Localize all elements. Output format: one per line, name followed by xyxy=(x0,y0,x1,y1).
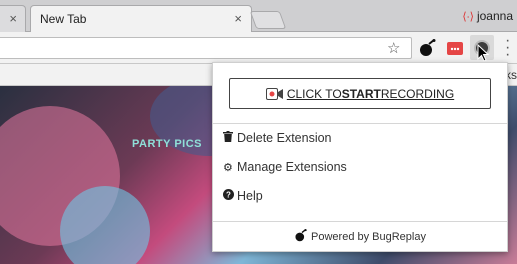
manage-extensions-label: Manage Extensions xyxy=(237,160,347,174)
powered-by-label: Powered by BugReplay xyxy=(311,230,426,243)
red-extension-icon[interactable] xyxy=(446,39,464,57)
record-suffix: RECORDING xyxy=(380,86,455,101)
powered-by-link[interactable]: Powered by BugReplay xyxy=(213,229,507,245)
bugreplay-logo-icon xyxy=(294,229,307,245)
tab-title: New Tab xyxy=(40,12,87,26)
divider xyxy=(213,123,507,124)
gear-icon: ⚙ xyxy=(223,161,233,174)
tab-close-button[interactable]: × xyxy=(234,11,242,26)
page-heading[interactable]: PARTY PICS xyxy=(132,138,202,150)
new-tab-button[interactable] xyxy=(249,11,287,29)
profile-button[interactable]: ⟨∙⟩ joanna xyxy=(462,9,513,23)
help-label: Help xyxy=(237,189,263,203)
extension-popup: CLICK TO START RECORDING Delete Extensio… xyxy=(212,62,508,252)
trash-icon xyxy=(223,131,237,145)
decorative-blob xyxy=(60,186,150,264)
chrome-menu-icon[interactable]: · · · xyxy=(505,33,510,63)
profile-broken-icon: ⟨∙⟩ xyxy=(462,11,474,23)
start-recording-button[interactable]: CLICK TO START RECORDING xyxy=(229,78,491,109)
record-prefix: CLICK TO xyxy=(286,86,342,101)
svg-text:?: ? xyxy=(226,191,231,200)
record-bold: START xyxy=(341,86,381,101)
manage-extensions-item[interactable]: ⚙ Manage Extensions xyxy=(223,160,347,174)
tab-previous[interactable]: × xyxy=(0,5,26,32)
address-bar[interactable]: ☆ xyxy=(0,37,412,59)
browser-toolbar: ☆ · · · xyxy=(0,32,517,64)
tab-close-button[interactable]: × xyxy=(9,11,17,26)
mouse-cursor-icon xyxy=(477,44,489,62)
divider xyxy=(213,221,507,222)
tab-new-tab[interactable]: New Tab × xyxy=(30,5,252,32)
help-item[interactable]: ? Help xyxy=(223,189,263,203)
delete-extension-label: Delete Extension xyxy=(237,131,332,145)
help-icon: ? xyxy=(223,189,237,203)
bugreplay-extension-icon[interactable] xyxy=(418,39,436,57)
camera-icon xyxy=(265,87,284,100)
profile-name: joanna xyxy=(476,9,513,23)
delete-extension-item[interactable]: Delete Extension xyxy=(223,131,332,145)
tab-strip: × New Tab × ⟨∙⟩ joanna xyxy=(0,0,517,32)
bookmark-star-icon[interactable]: ☆ xyxy=(387,39,400,57)
